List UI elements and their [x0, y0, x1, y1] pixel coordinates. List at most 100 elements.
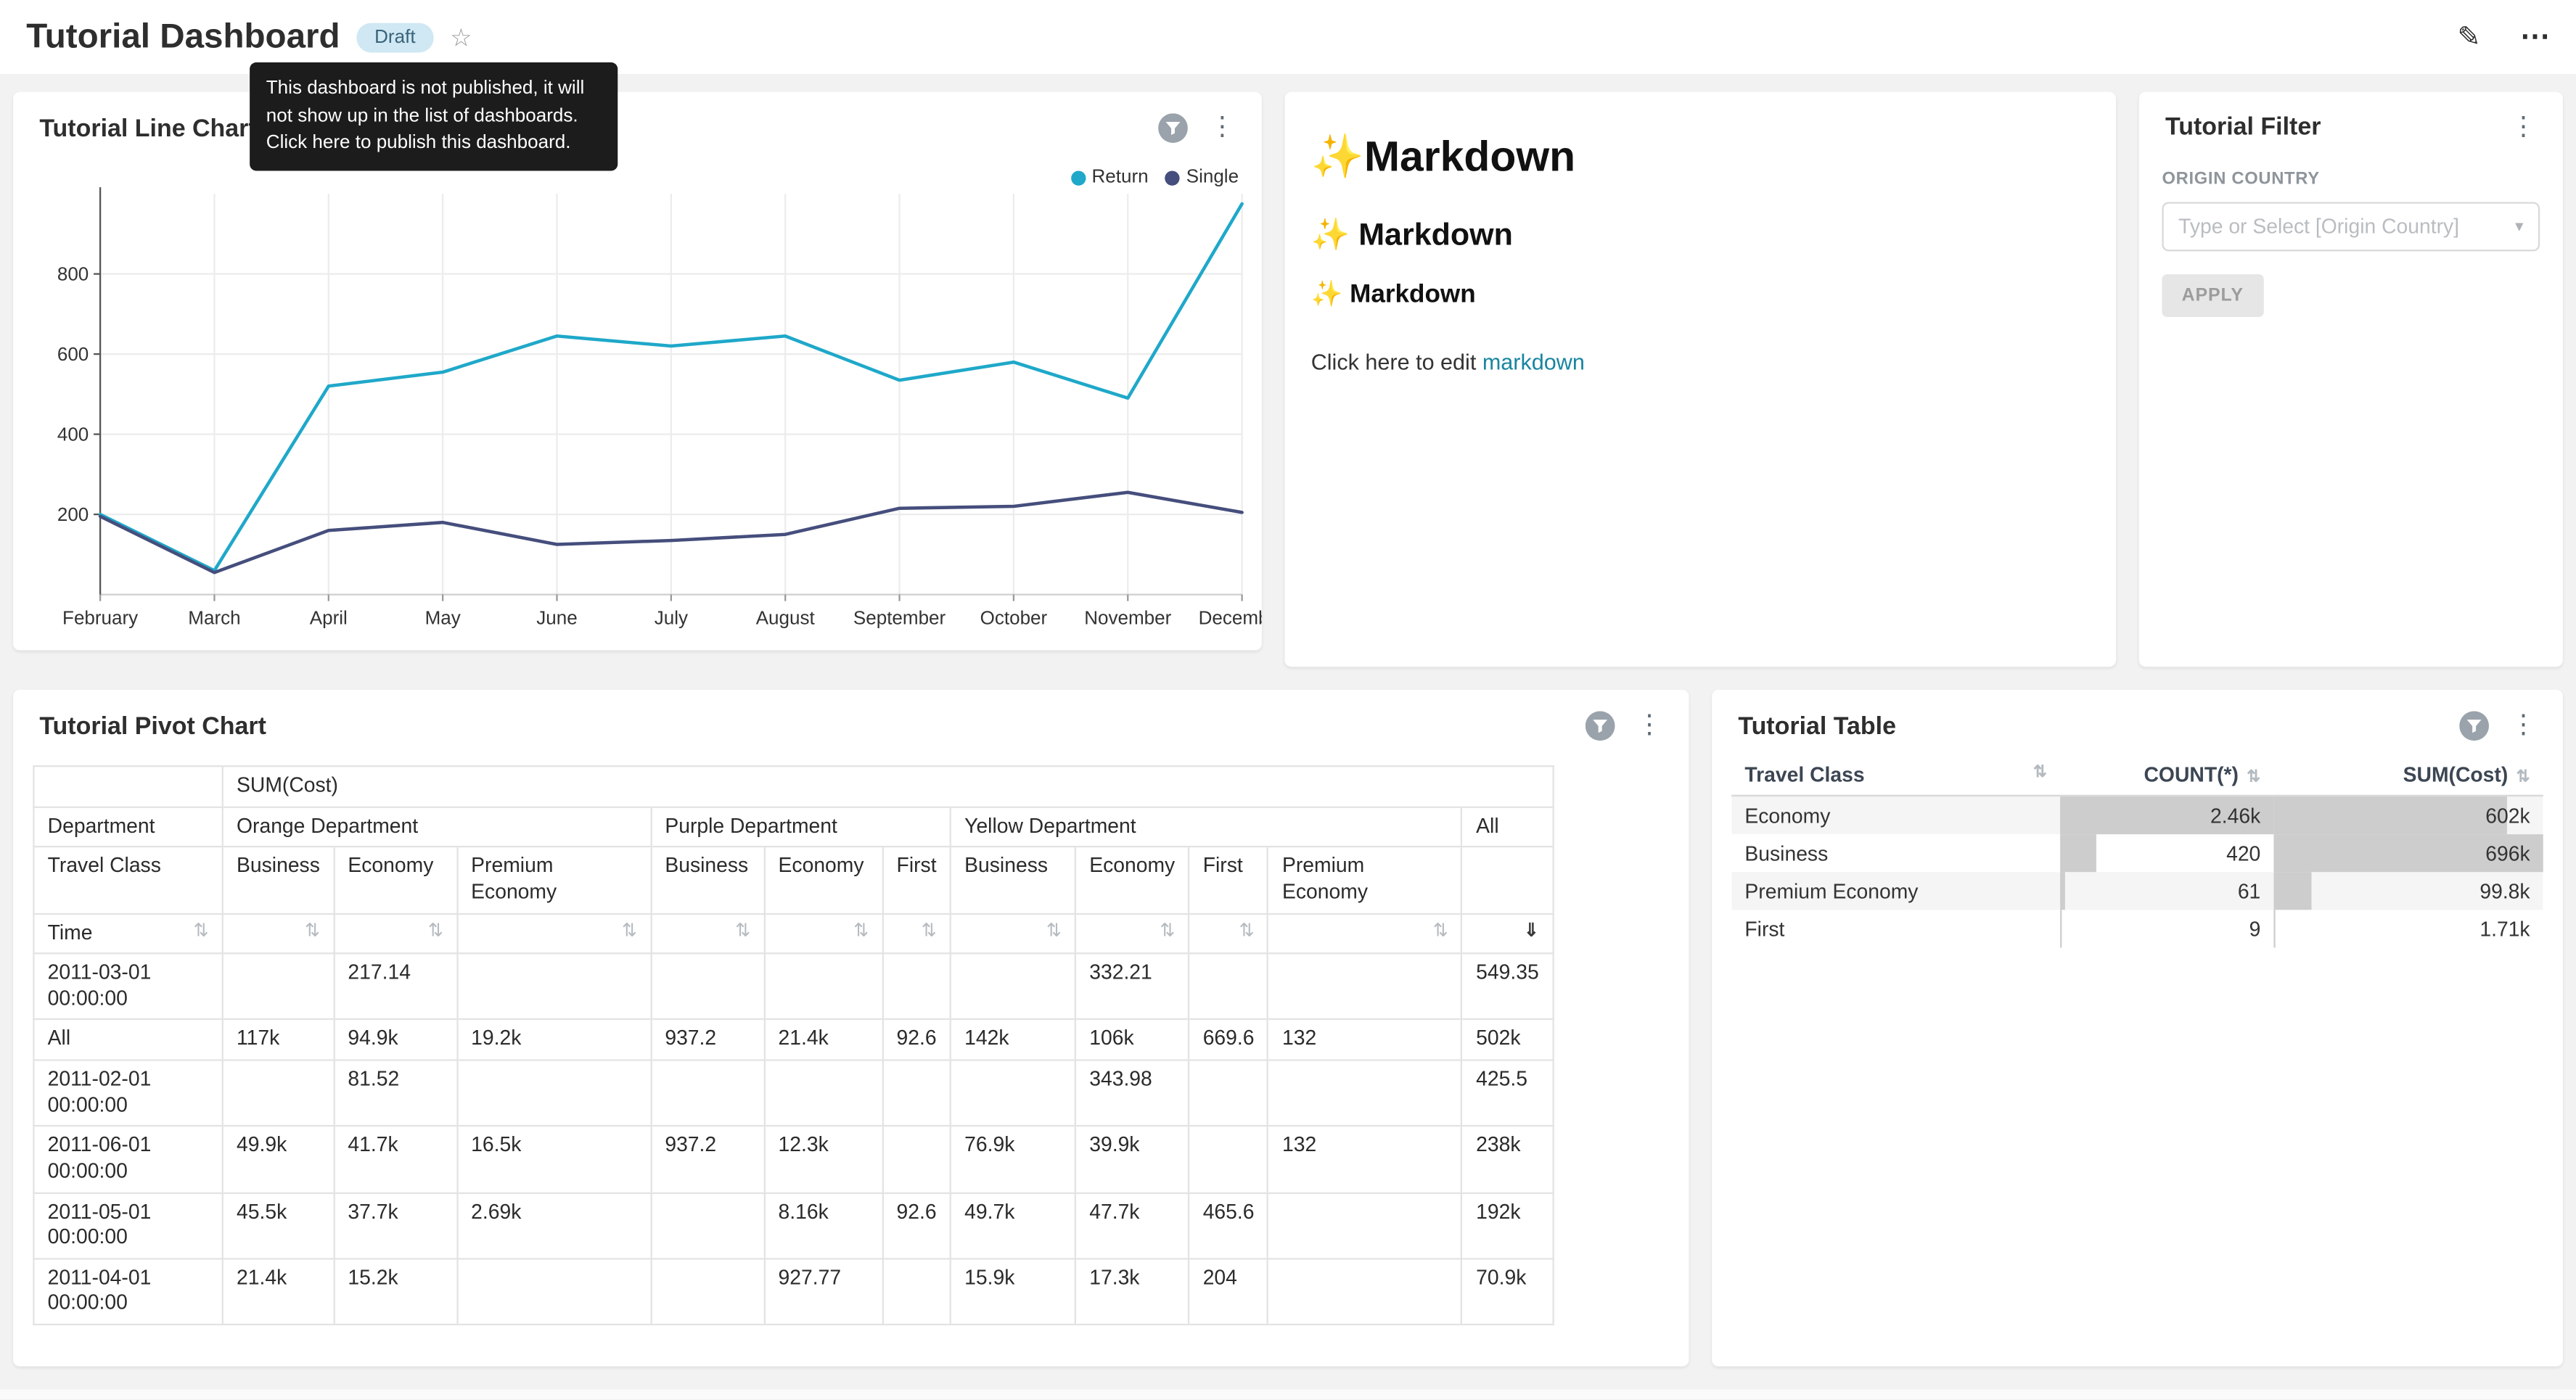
value-bar [2273, 796, 2506, 834]
pivot-class-col: First [882, 847, 951, 913]
sort-icon[interactable]: ⇅ [622, 921, 637, 943]
cell-sum: 696k [2273, 834, 2543, 872]
markdown-heading-3: ✨ Markdown [1311, 279, 2090, 310]
filter-indicator-icon[interactable] [1158, 113, 1188, 143]
pivot-value-cell: 204 [1189, 1259, 1268, 1325]
pivot-sort-cell: ⇅ [951, 913, 1075, 954]
sort-icon: ⇅ [2033, 764, 2047, 782]
pivot-value-cell: 92.6 [882, 1193, 951, 1259]
pivot-value-cell: 106k [1075, 1020, 1189, 1061]
pivot-chart-card: Tutorial Pivot Chart ⋮ SUM(Cost)Departme… [13, 690, 1689, 1367]
filter-indicator-icon[interactable] [2459, 711, 2489, 741]
apply-button[interactable]: APPLY [2162, 274, 2263, 317]
sort-icon[interactable]: ⇅ [853, 921, 869, 943]
pivot-value-cell: 238k [1462, 1127, 1553, 1193]
cell-sum: 602k [2273, 796, 2543, 834]
pivot-value-cell [882, 1127, 951, 1193]
pivot-value-cell [1189, 1060, 1268, 1126]
markdown-body: ✨Markdown ✨ Markdown ✨ Markdown Click he… [1284, 131, 2116, 374]
pivot-value-cell: 39.9k [1075, 1127, 1189, 1193]
pivot-value-cell: 425.5 [1462, 1060, 1553, 1126]
edit-pencil-icon[interactable]: ✎ [2457, 20, 2480, 53]
bottom-strip [0, 1389, 2576, 1399]
pivot-row: 2011-03-01 00:00:00217.14332.21549.35 [33, 954, 1553, 1020]
kebab-menu-icon[interactable]: ⋮ [1633, 713, 1665, 739]
pivot-value-cell [457, 1060, 651, 1126]
sort-icon[interactable]: ⇓ [1524, 921, 1539, 943]
pivot-value-cell: 192k [1462, 1193, 1553, 1259]
markdown-edit-link[interactable]: markdown [1482, 350, 1585, 374]
pivot-time-cell: 2011-03-01 00:00:00 [33, 954, 222, 1020]
pivot-value-cell: 132 [1268, 1020, 1462, 1061]
pivot-value-cell: 19.2k [457, 1020, 651, 1061]
card-header-icons: ⋮ [1158, 113, 1239, 143]
pivot-value-cell: 12.3k [764, 1127, 882, 1193]
draft-badge[interactable]: Draft [356, 22, 433, 52]
filter-indicator-icon[interactable] [1586, 711, 1615, 741]
col-header-count[interactable]: COUNT(*)⇅ [2060, 755, 2273, 795]
pivot-value-cell: 37.7k [334, 1193, 457, 1259]
pivot-sort-cell: ⇅ [1075, 913, 1189, 954]
pivot-row: 2011-04-01 00:00:0021.4k15.2k927.7715.9k… [33, 1259, 1553, 1325]
pivot-class-col: Premium Economy [457, 847, 651, 913]
sort-icon[interactable]: ⇅ [194, 921, 209, 943]
sort-icon[interactable]: ⇅ [922, 921, 937, 943]
pivot-value-cell: 70.9k [1462, 1259, 1553, 1325]
svg-text:February: February [62, 606, 138, 628]
pivot-time-cell: 2011-05-01 00:00:00 [33, 1193, 222, 1259]
svg-text:March: March [188, 606, 240, 628]
unpublished-tooltip[interactable]: This dashboard is not published, it will… [250, 62, 618, 170]
card-header-icons: ⋮ [1586, 711, 1666, 741]
table-title: Tutorial Table [1738, 712, 2459, 739]
pivot-sort-cell: ⇅ [223, 913, 334, 954]
pivot-value-cell [1189, 954, 1268, 1020]
kebab-menu-icon[interactable]: ⋮ [1206, 115, 1239, 141]
sort-icon[interactable]: ⇅ [305, 921, 320, 943]
pivot-sort-cell: ⇅ [334, 913, 457, 954]
table-card-header: Tutorial Table ⋮ [1712, 690, 2563, 741]
pivot-sort-cell: ⇅ [882, 913, 951, 954]
pivot-sort-cell: ⇅ [651, 913, 764, 954]
sort-icon[interactable]: ⇅ [735, 921, 750, 943]
col-header-travel-class[interactable]: Travel Class⇅ [1731, 755, 2060, 795]
svg-text:400: 400 [57, 424, 89, 445]
value-bar [2060, 834, 2096, 872]
card-header-icons: ⋮ [2459, 711, 2540, 741]
pivot-value-cell: 549.35 [1462, 954, 1553, 1020]
pivot-value-cell: 49.7k [951, 1193, 1075, 1259]
pivot-value-cell: 2.69k [457, 1193, 651, 1259]
sort-icon: ⇅ [2516, 769, 2530, 787]
page-title: Tutorial Dashboard [26, 17, 340, 57]
table-row: Economy2.46k602k [1731, 796, 2543, 834]
kebab-menu-icon[interactable]: ⋮ [2507, 114, 2540, 140]
pivot-value-cell [651, 1060, 764, 1126]
pivot-value-cell: 76.9k [951, 1127, 1075, 1193]
more-menu-icon[interactable]: ⋯ [2520, 20, 2550, 54]
pivot-value-cell: 17.3k [1075, 1259, 1189, 1325]
favorite-star-icon[interactable]: ☆ [450, 22, 472, 52]
sort-icon[interactable]: ⇅ [428, 921, 443, 943]
pivot-dept-col: Orange Department [223, 807, 651, 847]
sort-icon[interactable]: ⇅ [1239, 921, 1255, 943]
svg-text:800: 800 [57, 263, 89, 285]
pivot-sort-row: Time⇅⇅⇅⇅⇅⇅⇅⇅⇅⇅⇅⇓ [33, 913, 1553, 954]
cell-sum: 1.71k [2273, 910, 2543, 947]
sort-icon[interactable]: ⇅ [1433, 921, 1448, 943]
kebab-menu-icon[interactable]: ⋮ [2507, 713, 2540, 739]
pivot-class-label: Travel Class [33, 847, 222, 913]
pivot-time-cell: 2011-06-01 00:00:00 [33, 1127, 222, 1193]
sort-icon[interactable]: ⇅ [1160, 921, 1175, 943]
pivot-value-cell [651, 1259, 764, 1325]
header-actions: ✎ ⋯ [2457, 20, 2549, 54]
tutorial-table: Travel Class⇅COUNT(*)⇅SUM(Cost)⇅Economy2… [1731, 755, 2543, 947]
pivot-table: SUM(Cost)DepartmentOrange DepartmentPurp… [33, 765, 1554, 1325]
pivot-class-row: Travel ClassBusinessEconomyPremium Econo… [33, 847, 1553, 913]
cell-count: 420 [2060, 834, 2273, 872]
pivot-value-cell [764, 954, 882, 1020]
cell-travel-class: Economy [1731, 796, 2060, 834]
origin-country-select[interactable]: Type or Select [Origin Country] ▾ [2162, 202, 2540, 251]
col-header-sum[interactable]: SUM(Cost)⇅ [2273, 755, 2543, 795]
svg-text:September: September [853, 606, 946, 628]
pivot-value-cell: 343.98 [1075, 1060, 1189, 1126]
sort-icon[interactable]: ⇅ [1046, 921, 1062, 943]
